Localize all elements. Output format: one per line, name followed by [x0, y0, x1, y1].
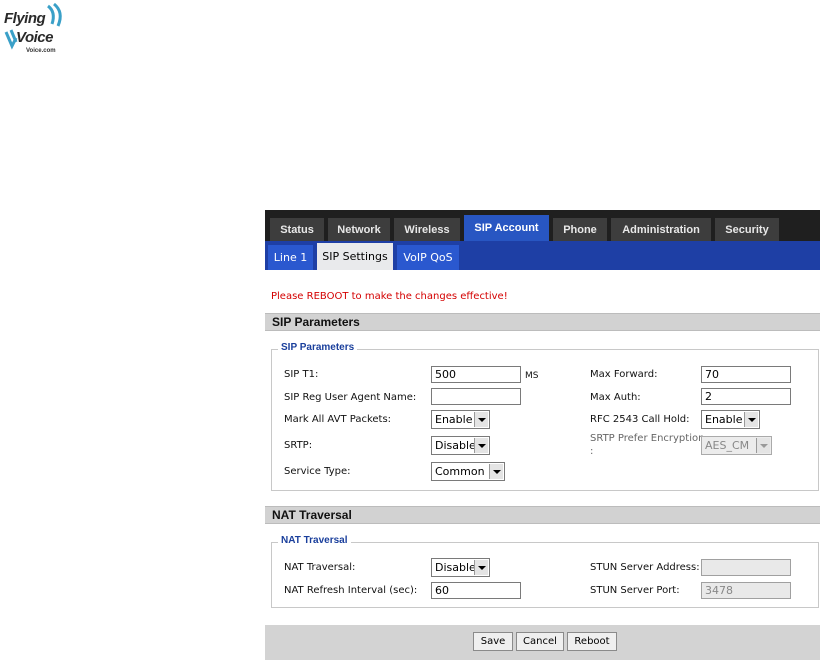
avt-select[interactable]: Enable — [431, 410, 490, 429]
nat-refresh-input[interactable]: 60 — [431, 582, 521, 599]
save-button[interactable]: Save — [473, 632, 513, 651]
tab-security[interactable]: Security — [715, 218, 779, 241]
srtp-label: SRTP: — [284, 440, 313, 451]
stun-address-input — [701, 559, 791, 576]
chevron-down-icon — [474, 438, 488, 453]
tab-wireless[interactable]: Wireless — [394, 218, 460, 241]
nat-refresh-label: NAT Refresh Interval (sec): — [284, 585, 418, 596]
nat-section-title: NAT Traversal — [265, 506, 820, 524]
subtab-line1[interactable]: Line 1 — [268, 245, 313, 270]
sub-nav: Line 1 SIP Settings VoIP QoS — [265, 241, 820, 270]
srtp-prefer-select: AES_CM — [701, 436, 772, 455]
sip-legend: SIP Parameters — [278, 342, 358, 353]
logo-text-flying: Flying — [4, 10, 46, 27]
srtp-prefer-value: AES_CM — [705, 439, 750, 452]
tab-administration[interactable]: Administration — [611, 218, 711, 241]
tab-sip-account[interactable]: SIP Account — [464, 215, 549, 241]
max-forward-input[interactable]: 70 — [701, 366, 791, 383]
srtp-select[interactable]: Disable — [431, 436, 490, 455]
max-auth-input[interactable]: 2 — [701, 388, 791, 405]
chevron-down-icon — [474, 560, 488, 575]
max-auth-label: Max Auth: — [590, 392, 641, 403]
ua-name-input[interactable] — [431, 388, 521, 405]
sip-section-title: SIP Parameters — [265, 313, 820, 331]
tab-status[interactable]: Status — [270, 218, 324, 241]
sip-t1-unit: MS — [525, 371, 539, 381]
srtp-prefer-label: SRTP Prefer Encryption — [590, 433, 705, 444]
nat-traversal-select[interactable]: Disable — [431, 558, 490, 577]
chevron-down-icon — [474, 412, 488, 427]
subtab-sip-settings[interactable]: SIP Settings — [317, 243, 393, 270]
max-forward-label: Max Forward: — [590, 369, 658, 380]
service-type-label: Service Type: — [284, 466, 351, 477]
stun-address-label: STUN Server Address: — [590, 562, 700, 573]
service-type-value: Common — [435, 465, 485, 478]
stun-port-label: STUN Server Port: — [590, 585, 680, 596]
subtab-voip-qos[interactable]: VoIP QoS — [397, 245, 459, 270]
logo-text-sub: Voice.com — [26, 48, 56, 54]
flying-voice-logo: Flying Voice Voice.com — [2, 2, 70, 58]
srtp-select-value: Disable — [435, 439, 476, 452]
reboot-warning: Please REBOOT to make the changes effect… — [271, 291, 508, 302]
nat-traversal-label: NAT Traversal: — [284, 562, 356, 573]
tab-network[interactable]: Network — [328, 218, 390, 241]
chevron-down-icon — [756, 438, 770, 453]
nat-legend: NAT Traversal — [278, 535, 351, 546]
sip-t1-input[interactable]: 500 — [431, 366, 521, 383]
ua-name-label: SIP Reg User Agent Name: — [284, 392, 417, 403]
cancel-button[interactable]: Cancel — [516, 632, 564, 651]
rfc-call-hold-select[interactable]: Enable — [701, 410, 760, 429]
srtp-prefer-colon: : — [590, 446, 594, 457]
rfc-call-hold-value: Enable — [705, 413, 743, 426]
logo-text-voice: Voice — [16, 29, 53, 46]
rfc-call-hold-label: RFC 2543 Call Hold: — [590, 414, 690, 425]
reboot-button[interactable]: Reboot — [567, 632, 617, 651]
avt-label: Mark All AVT Packets: — [284, 414, 392, 425]
chevron-down-icon — [744, 412, 758, 427]
tab-phone[interactable]: Phone — [553, 218, 607, 241]
avt-select-value: Enable — [435, 413, 473, 426]
service-type-select[interactable]: Common — [431, 462, 505, 481]
sip-t1-label: SIP T1: — [284, 369, 319, 380]
stun-port-input: 3478 — [701, 582, 791, 599]
nat-traversal-value: Disable — [435, 561, 476, 574]
main-nav: Status Network Wireless SIP Account Phon… — [265, 210, 820, 241]
chevron-down-icon — [489, 464, 503, 479]
